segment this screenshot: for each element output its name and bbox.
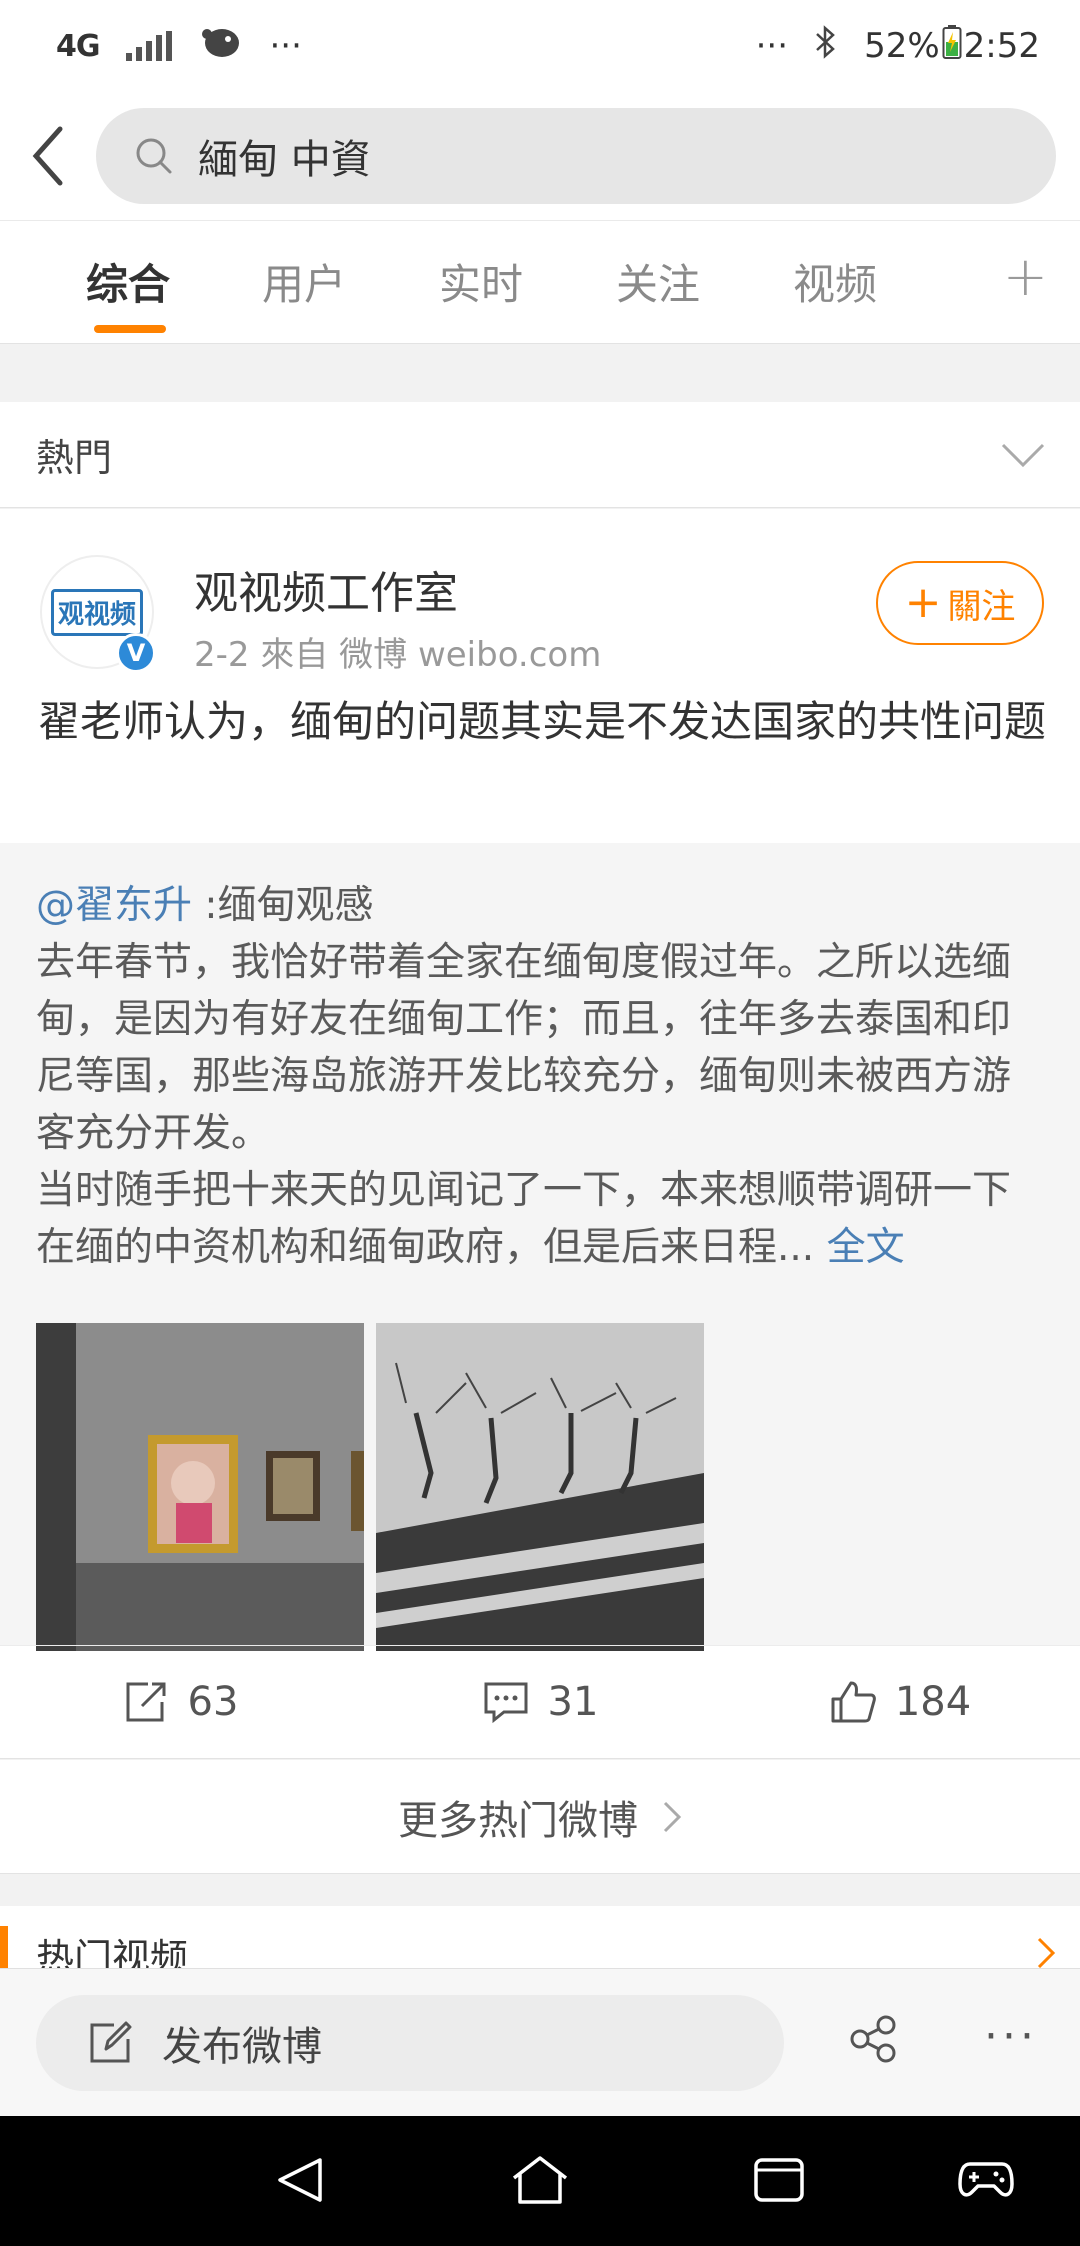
follow-button[interactable]: + 關注	[876, 561, 1044, 645]
more-options-icon[interactable]: ···	[984, 2011, 1038, 2062]
hot-videos-title: 热门视频	[36, 1936, 189, 1968]
repost-header: @翟东升 :缅甸观感	[36, 877, 1044, 934]
chevron-left-icon	[32, 126, 63, 186]
weibo-post[interactable]: 观视频 V 观视频工作室 2-2 來自 微博 weibo.com + 關注 翟老…	[0, 509, 1080, 1759]
add-tab-button[interactable]: +	[1003, 245, 1048, 308]
notification-app-icon	[198, 22, 244, 71]
recent-apps-icon[interactable]	[752, 2154, 806, 2206]
plus-icon: +	[904, 577, 942, 628]
post-actions: 63 31 184	[0, 1645, 1080, 1759]
repost-icon	[126, 1682, 166, 1722]
more-status-icon: ···	[755, 26, 789, 66]
image-thumbnail-gallery[interactable]	[36, 1323, 364, 1651]
network-type: 4G	[56, 28, 100, 64]
hot-section-header[interactable]: 熱門	[0, 402, 1080, 508]
image-thumbnail-shrimp[interactable]	[376, 1323, 704, 1651]
repost-count: 63	[187, 1679, 239, 1725]
share-icon[interactable]	[846, 2011, 902, 2067]
avatar-logo: 观视频	[50, 588, 143, 636]
chevron-down-icon	[1001, 443, 1045, 467]
tab-users[interactable]: 用户	[262, 251, 346, 312]
tab-realtime[interactable]: 实时	[439, 251, 523, 312]
comment-button[interactable]: 31	[360, 1646, 720, 1758]
image-grid	[36, 1323, 704, 1651]
more-hot-weibo-link[interactable]: 更多热门微博	[0, 1760, 1080, 1874]
back-nav-icon[interactable]	[274, 2154, 326, 2206]
game-controller-icon[interactable]	[958, 2154, 1014, 2206]
system-navigation-bar	[0, 2116, 1080, 2246]
battery-icon	[942, 24, 962, 69]
thumbs-up-icon	[831, 1681, 876, 1723]
battery-level: 52%	[864, 26, 940, 66]
status-bar: 4G ··· ··· 52% 2:52	[0, 0, 1080, 92]
home-nav-icon[interactable]	[510, 2154, 570, 2206]
search-query: 緬甸 中資	[198, 137, 371, 183]
more-notifications-icon: ···	[269, 26, 302, 66]
repost-button[interactable]: 63	[0, 1646, 360, 1758]
repost-body: 去年春节，我恰好带着全家在缅甸度假过年。之所以选缅甸，是因为有好友在缅甸工作；而…	[36, 940, 1012, 1156]
search-header: 緬甸 中資	[0, 92, 1080, 220]
hot-section-title: 熱門	[36, 436, 113, 480]
verified-badge-icon: V	[116, 633, 156, 673]
chevron-right-icon	[663, 1801, 682, 1832]
tab-following[interactable]: 关注	[616, 251, 700, 312]
compose-bar: 发布微博 ···	[0, 1968, 1080, 2116]
active-tab-indicator	[94, 325, 166, 333]
reposted-content[interactable]: @翟东升 :缅甸观感 去年春节，我恰好带着全家在缅甸度假过年。之所以选缅甸，是因…	[0, 843, 1080, 1651]
full-text-link[interactable]: 全文	[827, 1225, 905, 1270]
chevron-right-icon	[1037, 1937, 1056, 1968]
post-meta: 2-2 來自 微博 weibo.com	[194, 635, 602, 675]
tab-video[interactable]: 视频	[793, 251, 877, 312]
edit-icon	[90, 2021, 132, 2063]
comment-icon	[484, 1682, 528, 1724]
follow-label: 關注	[947, 586, 1016, 627]
compose-weibo-button[interactable]: 发布微博	[36, 1995, 784, 2091]
like-count: 184	[894, 1679, 972, 1725]
search-input[interactable]: 緬甸 中資	[96, 108, 1056, 204]
repost-title: :缅甸观感	[192, 883, 374, 928]
back-button[interactable]	[0, 92, 96, 220]
mention-link[interactable]: @翟东升	[36, 883, 192, 928]
bluetooth-icon	[814, 24, 838, 69]
like-button[interactable]: 184	[720, 1646, 1080, 1758]
tab-comprehensive[interactable]: 综合	[86, 251, 170, 312]
compose-label: 发布微博	[162, 2024, 322, 2070]
search-tabs: 综合 用户 实时 关注 视频 +	[0, 220, 1080, 344]
post-text: 翟老师认为，缅甸的问题其实是不发达国家的共性问题	[38, 697, 1047, 746]
more-hot-label: 更多热门微博	[398, 1797, 638, 1844]
section-accent-bar	[0, 1926, 8, 1968]
comment-count: 31	[547, 1679, 599, 1725]
hot-videos-section[interactable]: 热门视频	[0, 1906, 1080, 1968]
clock: 2:52	[963, 26, 1040, 66]
search-icon	[136, 138, 172, 174]
user-name[interactable]: 观视频工作室	[194, 557, 458, 621]
signal-icon	[125, 31, 172, 61]
